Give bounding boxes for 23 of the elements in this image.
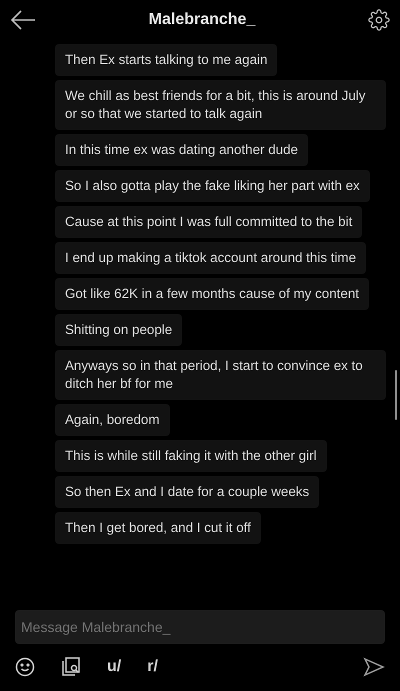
message-bubble: We chill as best friends for a bit, this is around July or so that we started to talk again	[55, 80, 386, 130]
image-search-icon[interactable]	[61, 657, 81, 677]
message-input-field[interactable]: Message Malebranche_	[15, 610, 385, 644]
message-bubble: Then Ex starts talking to me again	[55, 44, 278, 76]
message-bubble: I end up making a tiktok account around this time	[55, 242, 366, 274]
smiley-icon[interactable]	[15, 657, 35, 677]
message-bubble: Then I get bored, and I cut it off	[55, 512, 261, 544]
community-mention-button[interactable]: r/	[147, 658, 158, 676]
settings-icon[interactable]	[368, 9, 390, 31]
message-bubble: Again, boredom	[55, 404, 170, 436]
message-bubble: Cause at this point I was full committed to the bit	[55, 206, 362, 238]
user-mention-button[interactable]: u/	[107, 658, 122, 676]
message-bubble: Got like 62K in a few months cause of my content	[55, 278, 369, 310]
send-icon[interactable]	[363, 657, 385, 677]
message-bubble: Anyways so in that period, I start to convince ex to ditch her bf for me	[55, 350, 386, 400]
scrollbar	[395, 370, 397, 420]
message-bubble: In this time ex was dating another dude	[55, 134, 308, 166]
message-bubble: So then Ex and I date for a couple weeks	[55, 476, 320, 508]
message-bubble: So I also gotta play the fake liking her part with ex	[55, 170, 370, 202]
back-arrow-icon[interactable]	[10, 10, 36, 30]
message-bubble: This is while still faking it with the other girl	[55, 440, 327, 472]
message-bubble: Shitting on people	[55, 314, 182, 346]
chat-title: Malebranche_	[148, 11, 256, 29]
